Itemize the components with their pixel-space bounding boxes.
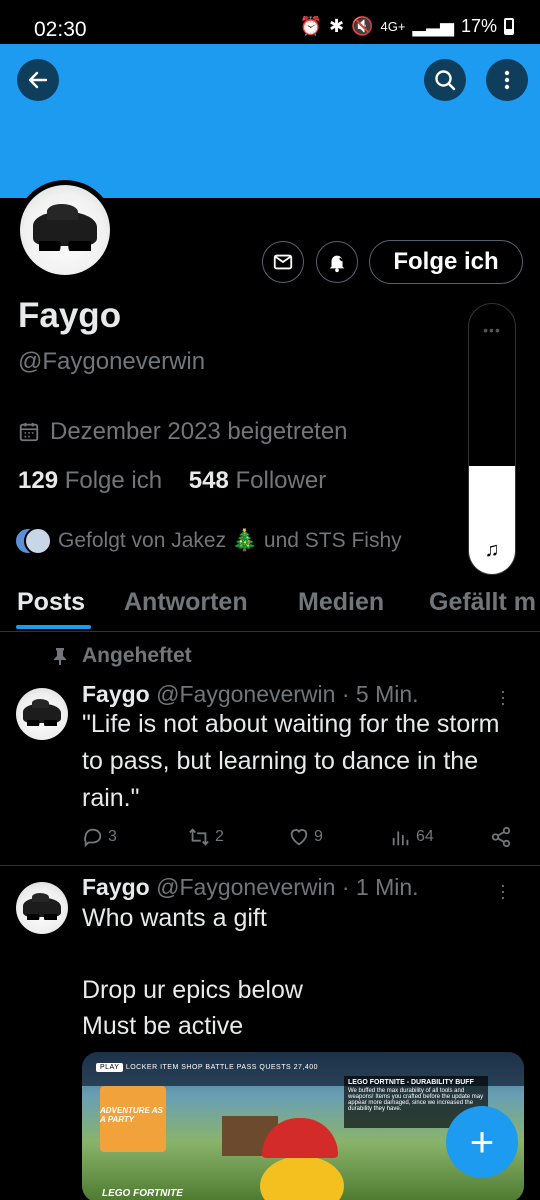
tab-replies[interactable]: Antworten <box>124 588 248 617</box>
pin-icon <box>54 648 66 665</box>
notifications-button[interactable] <box>316 241 358 283</box>
bell-icon <box>329 255 346 273</box>
post-header: Faygo @Faygoneverwin · 1 Min. <box>82 874 419 901</box>
pinned-label: Angeheftet <box>52 644 192 668</box>
views-button[interactable]: 64 <box>390 826 434 848</box>
mail-icon <box>273 254 293 270</box>
heart-icon <box>290 829 308 846</box>
reply-button[interactable]: 3 <box>82 826 117 848</box>
repost-count: 2 <box>215 828 224 845</box>
view-count: 64 <box>416 828 434 845</box>
car-image <box>32 204 98 252</box>
post-divider <box>0 865 540 866</box>
search-button[interactable] <box>424 59 466 101</box>
calendar-icon <box>19 422 39 442</box>
post-more-button[interactable]: · · · <box>500 876 506 906</box>
followed-by-text: Gefolgt von Jakez 🎄 und STS Fishy <box>58 529 402 552</box>
signal-icon: ▂▃▅ <box>412 16 454 36</box>
profile-stats: 129 Folge ich 548 Follower <box>18 467 326 495</box>
post-author[interactable]: Faygo <box>82 681 150 707</box>
repost-icon <box>189 828 209 846</box>
volume-options-icon[interactable]: ••• <box>469 322 515 338</box>
profile-name: Faygo <box>18 296 122 335</box>
network-type: 4G+ <box>380 19 406 34</box>
status-time: 02:30 <box>34 18 87 41</box>
more-options-button[interactable] <box>486 59 528 101</box>
battery-percent: 17% <box>460 16 497 36</box>
joined-text: Dezember 2023 beigetreten <box>50 418 348 445</box>
volume-slider[interactable]: ••• ♫ <box>468 303 516 575</box>
more-vertical-icon <box>504 70 510 90</box>
post-text: Who wants a gift Drop ur epics below Mus… <box>82 904 303 1040</box>
battery-icon <box>504 18 514 35</box>
plus-icon: + <box>469 1118 495 1165</box>
game-buff-text: We buffed the max durability of all tool… <box>348 1088 484 1112</box>
back-button[interactable] <box>17 59 59 101</box>
post-more-button[interactable]: · · · <box>500 682 506 712</box>
game-menu-play: PLAY <box>96 1063 124 1072</box>
status-bar: 02:30 ⏰ ✱ 🔇 4G+ ▂▃▅ 17% <box>0 0 540 44</box>
followed-by[interactable]: Gefolgt von Jakez 🎄 und STS Fishy <box>14 527 402 555</box>
like-count: 9 <box>314 828 323 845</box>
search-icon <box>435 70 456 91</box>
post-avatar[interactable] <box>16 882 68 934</box>
repost-button[interactable]: 2 <box>187 826 224 848</box>
game-menu: PLAY LOCKER ITEM SHOP BATTLE PASS QUESTS… <box>96 1063 319 1072</box>
tab-media[interactable]: Medien <box>298 588 384 617</box>
profile-avatar[interactable] <box>15 180 115 280</box>
post-text: "Life is not about waiting for the storm… <box>82 710 500 812</box>
back-arrow-icon <box>28 71 48 89</box>
alarm-icon: ⏰ <box>299 16 322 36</box>
game-character <box>260 1156 344 1200</box>
followed-by-avatars <box>14 527 52 555</box>
game-label: LEGO FORTNITE <box>102 1188 183 1199</box>
post-meta: @Faygoneverwin · 5 Min. <box>156 681 419 707</box>
game-buff-title: LEGO FORTNITE - DURABILITY BUFF <box>348 1079 474 1086</box>
post-author[interactable]: Faygo <box>82 874 150 900</box>
avatar <box>24 527 52 555</box>
like-button[interactable]: 9 <box>288 826 323 848</box>
following-link[interactable]: 129 Folge ich <box>18 467 162 494</box>
message-button[interactable] <box>262 241 304 283</box>
share-icon <box>491 826 511 848</box>
pinned-text: Angeheftet <box>82 644 192 667</box>
car-image <box>23 699 61 726</box>
avatar-image <box>20 185 110 275</box>
post-avatar[interactable] <box>16 688 68 740</box>
share-button[interactable] <box>490 826 512 848</box>
followers-link[interactable]: 548 Follower <box>189 467 326 494</box>
post-header: Faygo @Faygoneverwin · 5 Min. <box>82 681 419 708</box>
post-meta: @Faygoneverwin · 1 Min. <box>156 874 419 900</box>
car-image <box>23 893 61 920</box>
post-actions: 3 2 9 64 <box>82 826 522 856</box>
joined-date: Dezember 2023 beigetreten <box>18 418 348 446</box>
compose-button[interactable]: + <box>446 1106 518 1178</box>
views-icon <box>392 831 409 846</box>
bluetooth-icon: ✱ <box>328 16 345 36</box>
tab-posts[interactable]: Posts <box>17 588 85 617</box>
status-icons: ⏰ ✱ 🔇 4G+ ▂▃▅ 17% <box>300 16 514 37</box>
tab-indicator <box>16 625 91 629</box>
following-label: Folge ich <box>64 467 163 494</box>
mute-icon: 🔇 <box>351 16 374 36</box>
follow-button[interactable]: Folge ich <box>369 240 523 284</box>
followers-count: 548 <box>188 467 229 494</box>
profile-handle: @Faygoneverwin <box>18 348 206 375</box>
reply-icon <box>84 828 102 848</box>
reply-count: 3 <box>108 828 117 845</box>
media-volume-icon: ♫ <box>484 539 500 561</box>
following-count: 129 <box>18 467 59 494</box>
game-card-title: ADVENTURE AS A PARTY <box>100 1106 163 1124</box>
game-menu-items: LOCKER ITEM SHOP BATTLE PASS QUESTS 27,4… <box>125 1064 319 1071</box>
followers-label: Follower <box>235 467 327 494</box>
tab-likes[interactable]: Gefällt m <box>429 588 536 617</box>
